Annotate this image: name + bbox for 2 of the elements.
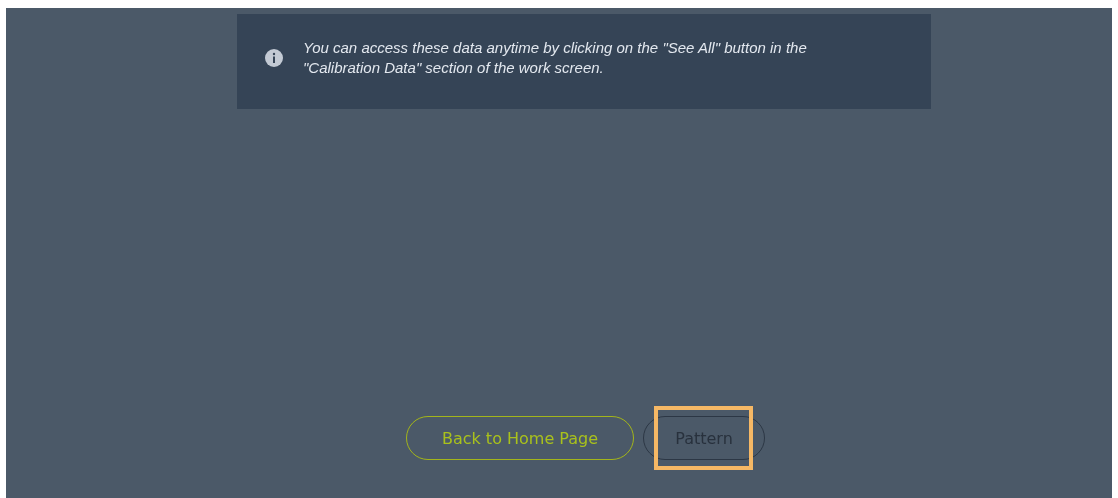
info-icon bbox=[265, 48, 283, 67]
info-message: You can access these data anytime by clicking on the "See All" button in the "Calibration Data" section of the work screen. bbox=[303, 37, 808, 78]
